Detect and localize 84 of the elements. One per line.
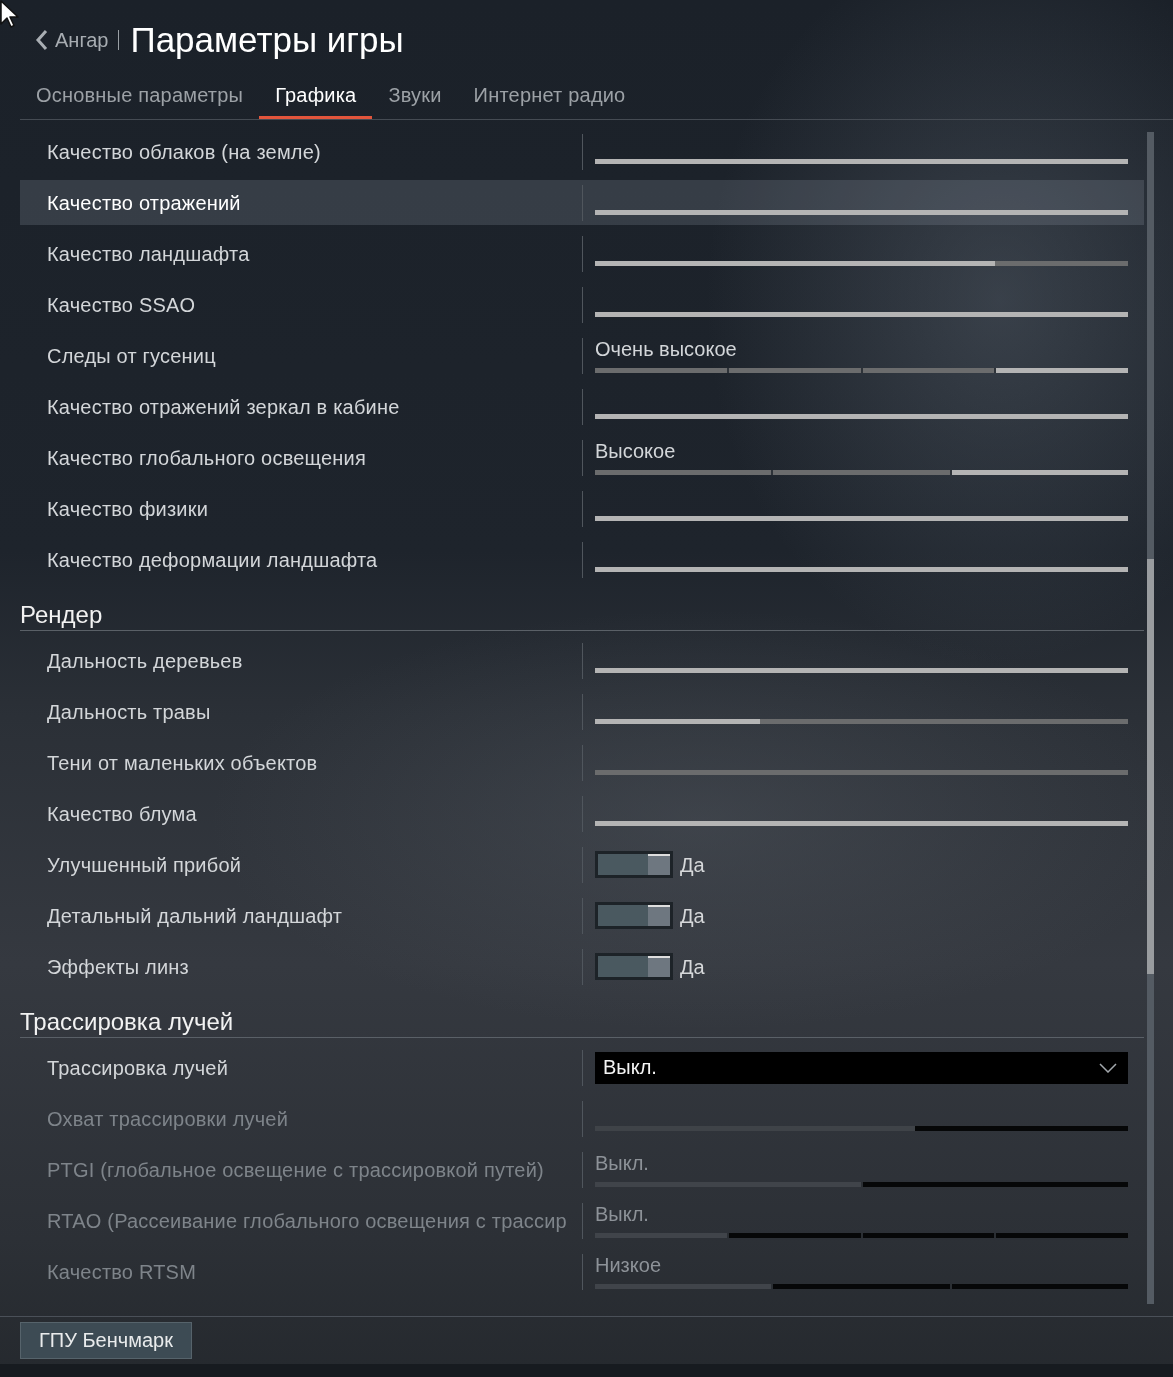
settings-row[interactable]: Качество SSAO — [20, 279, 1144, 330]
scrollbar-thumb[interactable] — [1147, 559, 1154, 974]
slider-step[interactable] — [996, 368, 1128, 373]
settings-row[interactable]: Качество отражений зеркал в кабине — [20, 381, 1144, 432]
setting-label: Следы от гусениц — [47, 343, 216, 368]
slider-track[interactable] — [595, 821, 1128, 826]
scrollbar-track[interactable] — [1147, 132, 1154, 1304]
slider-track[interactable] — [595, 159, 1128, 164]
settings-row[interactable]: Качество облаков (на земле) — [20, 126, 1144, 177]
chevron-down-icon — [1099, 1062, 1117, 1073]
chevron-left-icon — [35, 29, 48, 51]
toggle-value-label: Да — [680, 954, 705, 979]
section-heading: Трассировка лучей — [20, 1008, 234, 1037]
slider-track[interactable] — [595, 312, 1128, 317]
setting-label: Детальный дальний ландшафт — [47, 903, 343, 928]
slider-track[interactable] — [595, 770, 1128, 775]
setting-label: Эффекты линз — [47, 954, 189, 979]
slider-step[interactable] — [773, 470, 950, 475]
setting-label: Качество отражений — [47, 190, 241, 215]
setting-label: Дальность травы — [47, 699, 211, 724]
tab[interactable]: Графика — [259, 72, 373, 119]
slider-track[interactable] — [595, 668, 1128, 673]
settings-row[interactable]: Трассировка лучей Выкл. — [20, 1042, 1144, 1093]
slider-track[interactable] — [595, 368, 1128, 373]
slider-step[interactable] — [728, 368, 861, 373]
settings-row[interactable]: Качество глобального освещения Высокое — [20, 432, 1144, 483]
tab[interactable]: Основные параметры — [20, 72, 260, 119]
toggle-value-label: Да — [680, 903, 705, 928]
setting-label: Трассировка лучей — [47, 1055, 229, 1080]
setting-label: Улучшенный прибой — [47, 852, 242, 877]
settings-row[interactable]: Тени от маленьких объектов — [20, 737, 1144, 788]
setting-label: Качество отражений зеркал в кабине — [47, 394, 400, 419]
setting-label: Качество RTSM — [47, 1259, 197, 1284]
dropdown[interactable]: Выкл. — [595, 1051, 1128, 1084]
benchmark-button[interactable]: ГПУ Бенчмарк — [20, 1322, 192, 1359]
settings-row[interactable]: Улучшенный прибой Да — [20, 839, 1144, 890]
setting-label: Тени от маленьких объектов — [47, 750, 318, 775]
slider-step[interactable] — [595, 470, 772, 475]
settings-row[interactable]: Качество физики — [20, 483, 1144, 534]
setting-label: Дальность деревьев — [47, 648, 243, 673]
settings-row[interactable]: Эффекты линз Да — [20, 941, 1144, 992]
slider-track[interactable] — [595, 210, 1128, 215]
setting-label: Качество физики — [47, 496, 208, 521]
slider-value: Очень высокое — [595, 338, 737, 360]
settings-row[interactable]: Качество блума — [20, 788, 1144, 839]
section-heading: Рендер — [20, 601, 103, 630]
slider-track[interactable] — [595, 516, 1128, 521]
settings-row[interactable]: Качество отражений — [20, 177, 1144, 228]
back-link[interactable]: Ангар — [35, 28, 109, 52]
setting-label: Качество SSAO — [47, 292, 196, 317]
slider-step[interactable] — [595, 368, 727, 373]
tab[interactable]: Звуки — [372, 72, 458, 119]
slider-track[interactable] — [595, 567, 1128, 572]
settings-row[interactable]: Следы от гусениц Очень высокое — [20, 330, 1144, 381]
setting-label: Качество блума — [47, 801, 197, 826]
slider-track[interactable] — [595, 470, 1128, 475]
slider-value: Выкл. — [595, 1203, 649, 1225]
slider-track[interactable] — [595, 261, 1128, 266]
slider-step[interactable] — [951, 470, 1128, 475]
setting-label: Качество облаков (на земле) — [47, 139, 321, 164]
setting-label: Качество ландшафта — [47, 241, 250, 266]
settings-row[interactable]: Качество деформации ландшафта — [20, 534, 1144, 585]
tab[interactable]: Интернет радио — [457, 72, 642, 119]
slider-value: Выкл. — [595, 1152, 649, 1174]
setting-label: Качество глобального освещения — [47, 445, 366, 470]
settings-row[interactable]: Дальность травы — [20, 686, 1144, 737]
page-title: Параметры игры — [130, 19, 404, 61]
slider-step[interactable] — [862, 368, 995, 373]
settings-row[interactable]: Качество ландшафта — [20, 228, 1144, 279]
toggle-switch[interactable] — [595, 902, 673, 929]
setting-label: RTAO (Рассеивание глобального освещения с трассир — [47, 1208, 567, 1233]
slider-value: Высокое — [595, 440, 676, 462]
mouse-pointer-icon — [0, 0, 20, 28]
slider-value: Низкое — [595, 1254, 661, 1276]
settings-row[interactable]: Детальный дальний ландшафт Да — [20, 890, 1144, 941]
toggle-switch[interactable] — [595, 953, 673, 980]
toggle-switch[interactable] — [595, 851, 673, 878]
slider-track[interactable] — [595, 719, 1128, 724]
setting-label: Качество деформации ландшафта — [47, 547, 378, 572]
setting-label: PTGI (глобальное освещение с трассировкой путей) — [47, 1157, 544, 1182]
settings-row[interactable]: Дальность деревьев — [20, 635, 1144, 686]
toggle-value-label: Да — [680, 852, 705, 877]
slider-track[interactable] — [595, 414, 1128, 419]
setting-label: Охват трассировки лучей — [47, 1106, 289, 1131]
